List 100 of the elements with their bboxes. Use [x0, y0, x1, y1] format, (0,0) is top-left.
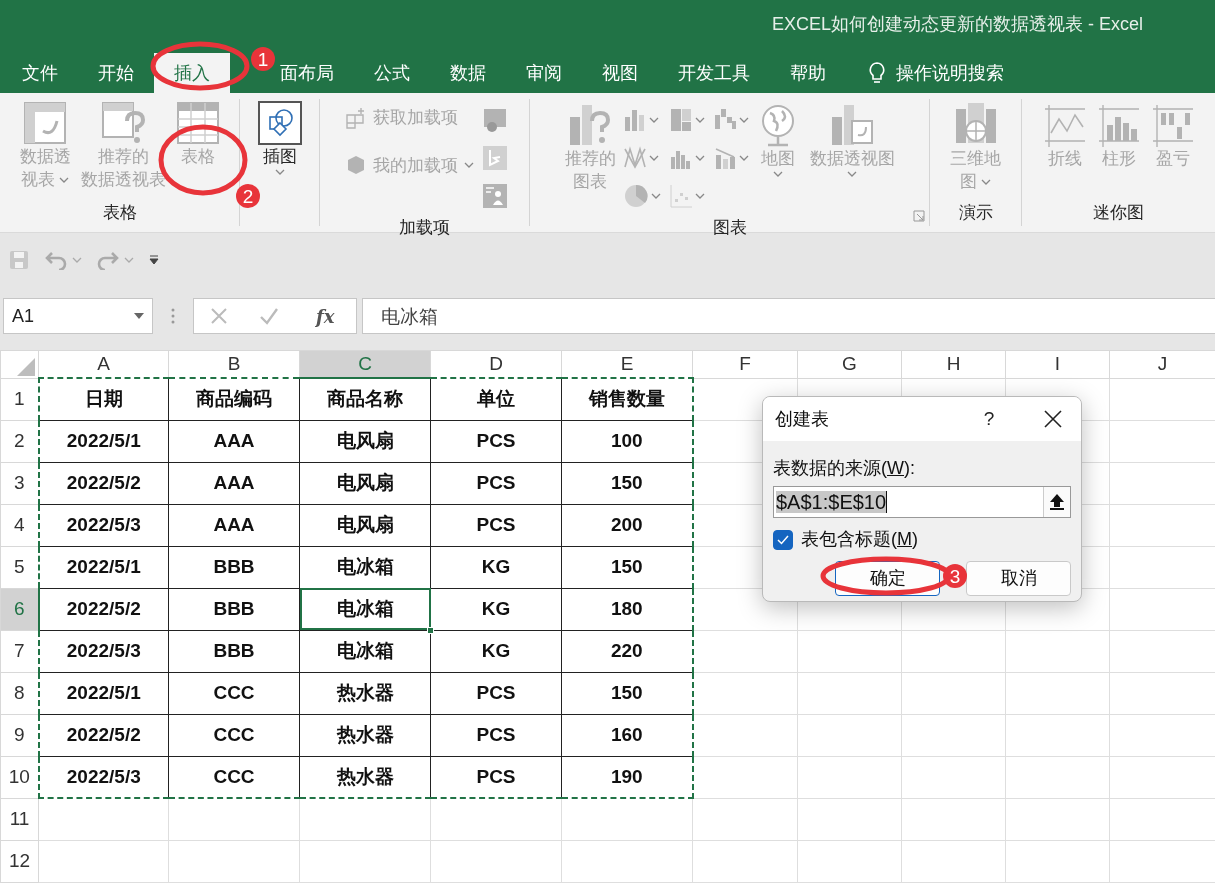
table-cell: PCS: [430, 672, 562, 714]
table-cell: 200: [561, 504, 693, 546]
row-header[interactable]: 3: [0, 462, 39, 504]
row-header[interactable]: 10: [0, 756, 39, 798]
ribbon-tab[interactable]: 数据: [430, 53, 506, 93]
caret-icon: [772, 170, 783, 178]
dialog-button[interactable]: 取消: [966, 561, 1071, 596]
checkbox[interactable]: [773, 529, 793, 550]
ribbon-tab[interactable]: 开始: [78, 53, 154, 93]
row-header[interactable]: 6: [0, 588, 39, 630]
table-cell: PCS: [430, 756, 562, 798]
table-cell: 150: [561, 462, 693, 504]
shapes-icon: [257, 101, 302, 145]
table-cell: BBB: [168, 588, 300, 630]
row-header[interactable]: 2: [0, 420, 39, 462]
cancel-icon[interactable]: [209, 307, 228, 325]
caret-icon: [694, 116, 705, 124]
save-icon[interactable]: [8, 249, 30, 271]
table-cell: CCC: [168, 714, 300, 756]
column-header[interactable]: A: [38, 350, 169, 378]
ribbon-tab[interactable]: 视图: [582, 53, 658, 93]
treemap-icon: [668, 107, 693, 133]
table-cell: 150: [561, 546, 693, 588]
dialog-launcher-icon[interactable]: [913, 210, 925, 222]
table-cell: KG: [430, 630, 562, 672]
line-chart-icon: [622, 145, 647, 171]
table-cell: AAA: [168, 420, 300, 462]
table-cell: 热水器: [299, 714, 431, 756]
range-field[interactable]: $A$1:$E$10: [773, 486, 1071, 518]
caret-icon: [738, 154, 749, 162]
select-all-icon[interactable]: [15, 356, 35, 377]
dropdown-arrow-icon: [134, 313, 144, 319]
row-header[interactable]: 1: [0, 378, 39, 420]
column-header[interactable]: F: [692, 350, 798, 378]
column-header[interactable]: G: [797, 350, 902, 378]
dialog-title: 创建表: [775, 407, 830, 431]
tell-me-search[interactable]: 操作说明搜索: [896, 59, 1004, 87]
redo-icon[interactable]: [96, 250, 120, 270]
ribbon-button[interactable]: 插图: [254, 99, 305, 178]
table-cell: 150: [561, 672, 693, 714]
splitter-icon[interactable]: [171, 308, 175, 324]
group-label: 加载项: [399, 218, 450, 237]
insert-function-button[interactable]: fx: [309, 301, 341, 331]
table-cell: PCS: [430, 714, 562, 756]
column-header[interactable]: J: [1109, 350, 1215, 378]
table-cell: 2022/5/3: [38, 504, 169, 546]
caret-icon: [981, 177, 991, 186]
ribbon-tab[interactable]: 帮助: [770, 53, 846, 93]
formula-field[interactable]: 电冰箱: [362, 298, 1215, 334]
check-icon[interactable]: [258, 307, 279, 325]
column-header[interactable]: H: [901, 350, 1006, 378]
people-graph-icon: [482, 183, 508, 209]
caret-icon: [648, 154, 659, 162]
column-chart-icon: [622, 107, 647, 133]
collapse-dialog-button[interactable]: [1043, 487, 1070, 517]
caret-icon: [648, 116, 659, 124]
table-cell: CCC: [168, 672, 300, 714]
table-cell: 销售数量: [561, 378, 693, 420]
table-cell: 2022/5/1: [38, 546, 169, 588]
help-button[interactable]: ?: [969, 403, 1009, 435]
undo-icon[interactable]: [44, 250, 68, 270]
upload-arrow-icon: [1049, 493, 1065, 511]
fill-handle[interactable]: [427, 626, 434, 634]
row-header[interactable]: 8: [0, 672, 39, 714]
ribbon-tab[interactable]: 审阅: [506, 53, 582, 93]
name-box[interactable]: A1: [3, 298, 153, 334]
caret-icon: [694, 192, 705, 200]
table-cell: AAA: [168, 504, 300, 546]
table-cell: 日期: [38, 378, 169, 420]
column-header[interactable]: D: [430, 350, 562, 378]
table-cell: 2022/5/3: [38, 756, 169, 798]
add-in-grid-icon: [345, 106, 367, 129]
table-cell: 2022/5/2: [38, 462, 169, 504]
caret-icon: [847, 170, 857, 178]
table-cell: BBB: [168, 546, 300, 588]
row-header[interactable]: 11: [0, 798, 39, 840]
row-header[interactable]: 4: [0, 504, 39, 546]
row-header[interactable]: 7: [0, 630, 39, 672]
table-cell: 2022/5/1: [38, 672, 169, 714]
ribbon-tab[interactable]: 开发工具: [658, 53, 770, 93]
table-cell: CCC: [168, 756, 300, 798]
ribbon-tab[interactable]: 公式: [354, 53, 430, 93]
row-header[interactable]: 9: [0, 714, 39, 756]
caret-icon: [274, 168, 285, 176]
caret-icon: [59, 175, 69, 184]
group-label: 演示: [958, 203, 993, 222]
column-header[interactable]: B: [168, 350, 300, 378]
row-header[interactable]: 5: [0, 546, 39, 588]
column-header[interactable]: E: [561, 350, 693, 378]
table-cell: PCS: [430, 462, 562, 504]
table-cell: 热水器: [299, 672, 431, 714]
column-header[interactable]: C: [299, 350, 431, 378]
checkbox-label: 表包含标题(M): [801, 528, 918, 551]
table-cell: PCS: [430, 504, 562, 546]
column-header[interactable]: I: [1005, 350, 1110, 378]
customize-toolbar-icon[interactable]: [148, 254, 160, 266]
ribbon-tab[interactable]: 文件: [2, 53, 78, 93]
table-cell: BBB: [168, 630, 300, 672]
table-cell: 180: [561, 588, 693, 630]
row-header[interactable]: 12: [0, 840, 39, 882]
